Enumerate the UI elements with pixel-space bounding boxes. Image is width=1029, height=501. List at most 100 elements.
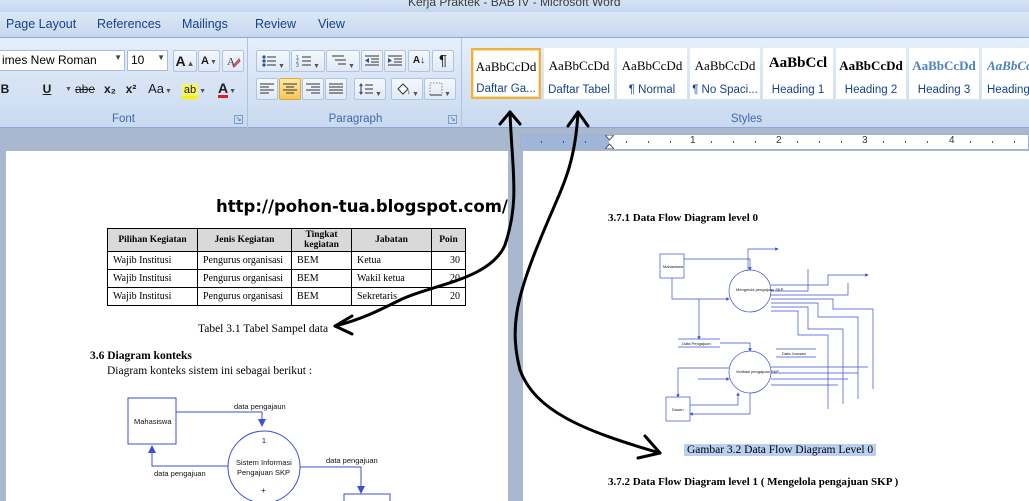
- figure-caption: Gambar 3.2 Data Flow Diagram Level 0: [684, 444, 877, 456]
- style-name: Heading 3: [917, 84, 971, 96]
- strikethrough-button[interactable]: abe: [73, 78, 97, 100]
- grow-font-button[interactable]: A▲: [173, 50, 197, 72]
- ribbon-tabs: Page Layout References Mailings Review V…: [0, 12, 1029, 38]
- tab-review[interactable]: Review: [255, 17, 296, 31]
- style-daftar-gambar[interactable]: AaBbCcDd Daftar Ga...: [471, 48, 541, 99]
- numbering-button[interactable]: 1 2 3 ▼: [291, 50, 325, 72]
- style-heading-4[interactable]: AaBbCcDd Heading: [982, 48, 1029, 99]
- paint-bucket-icon: [397, 83, 410, 95]
- font-dialog-launcher-icon[interactable]: ↘: [234, 115, 243, 124]
- style-preview: AaBbCcl: [768, 55, 828, 71]
- context-diagram: Mahasiswa data pengajaun data pengajuan …: [127, 397, 391, 501]
- table-cell: Wakil ketua: [351, 269, 432, 288]
- align-left-button[interactable]: [256, 78, 278, 100]
- font-size-dropdown[interactable]: 10 ▼: [127, 50, 168, 71]
- style-heading-3[interactable]: AaBbCcDd Heading 3: [909, 48, 979, 99]
- shrink-font-button[interactable]: A▼: [198, 50, 220, 72]
- highlight-button[interactable]: ab ▼: [178, 78, 210, 100]
- subscript-button[interactable]: x₂: [100, 78, 120, 100]
- horizontal-ruler[interactable]: 1 2 3 4: [520, 134, 1029, 150]
- blog-url-watermark: http://pohon-tua.blogspot.com/: [216, 197, 508, 216]
- tab-view[interactable]: View: [318, 17, 345, 31]
- process-number: 1: [262, 438, 266, 445]
- style-name: Heading 2: [844, 84, 898, 96]
- table-cell: Pengurus organisasi: [197, 251, 292, 270]
- entity-label: Mahasiswa: [663, 264, 684, 269]
- entity-label: Dosen: [672, 407, 684, 412]
- style-name: ¶ Normal: [628, 84, 676, 96]
- align-left-icon: [260, 83, 274, 94]
- process-label: Mengelola pengajuan SKP: [736, 287, 784, 292]
- shading-button[interactable]: ▼: [391, 78, 423, 100]
- font-name-dropdown[interactable]: imes New Roman ▼: [0, 50, 125, 71]
- table-caption: Tabel 3.1 Tabel Sampel data: [198, 323, 329, 335]
- table-cell: BEM: [291, 251, 352, 270]
- paragraph-dialog-launcher-icon[interactable]: ↘: [448, 115, 457, 124]
- sort-button[interactable]: A↓: [408, 50, 430, 72]
- table-cell: 30: [431, 251, 466, 270]
- multilevel-list-button[interactable]: ▼: [326, 50, 360, 72]
- document-page-left[interactable]: http://pohon-tua.blogspot.com/ Pilihan K…: [6, 151, 508, 501]
- underline-dropdown-icon[interactable]: ▼: [65, 86, 72, 93]
- window-title: Kerja Praktek - BAB IV - Microsoft Word: [408, 0, 621, 9]
- sample-data-table: Pilihan Kegiatan Jenis Kegiatan Tingkat …: [107, 228, 466, 306]
- font-color-button[interactable]: A▼: [211, 78, 243, 100]
- align-right-button[interactable]: [302, 78, 324, 100]
- change-case-button[interactable]: Aa▼: [145, 78, 175, 100]
- style-preview: AaBbCcDd: [987, 58, 1029, 73]
- table-header: Poin: [431, 228, 466, 252]
- process-label: Pengajuan SKP: [237, 468, 290, 477]
- chevron-down-icon: ▼: [157, 53, 165, 62]
- tab-mailings[interactable]: Mailings: [182, 17, 228, 31]
- table-cell: Wajib Institusi: [107, 269, 198, 288]
- underline-button[interactable]: U: [38, 78, 56, 100]
- document-page-right[interactable]: 3.7.1 Data Flow Diagram level 0 Mahasisw…: [523, 151, 1029, 501]
- justify-button[interactable]: [325, 78, 347, 100]
- style-preview: AaBbCcDd: [475, 59, 537, 74]
- indent-marker-icon[interactable]: [605, 135, 614, 149]
- font-color-icon: A: [217, 80, 229, 98]
- process-label: Verikasi pengajuan SKP: [736, 369, 779, 374]
- section-heading: 3.6 Diagram konteks: [90, 350, 192, 362]
- align-center-button[interactable]: [279, 78, 301, 100]
- table-header: Tingkat kegiatan: [291, 228, 352, 252]
- table-cell: BEM: [291, 287, 352, 306]
- table-header: Jabatan: [351, 228, 432, 252]
- tab-page-layout[interactable]: Page Layout: [6, 17, 76, 31]
- paragraph-group: ▼ 1 2 3 ▼ ▼ A↓ ¶ ▼ ▼ ▼ Paragraph ↘: [250, 38, 462, 128]
- section-heading: 3.7.2 Data Flow Diagram level 1 ( Mengel…: [608, 476, 899, 488]
- styles-group-label: Styles: [730, 113, 763, 125]
- show-formatting-button[interactable]: ¶: [432, 50, 454, 72]
- style-name: ¶ No Spaci...: [692, 84, 758, 96]
- align-center-icon: [283, 83, 297, 94]
- title-bar: Kerja Praktek - BAB IV - Microsoft Word: [0, 0, 1029, 12]
- bold-button[interactable]: B: [0, 78, 12, 100]
- style-heading-1[interactable]: AaBbCcl Heading 1: [763, 48, 833, 99]
- ruler-number: 4: [949, 135, 955, 146]
- style-preview: AaBbCcDd: [694, 58, 756, 73]
- flow-label: data pengajuan: [326, 456, 378, 465]
- clear-formatting-button[interactable]: A: [222, 50, 244, 72]
- figure-caption-text: Gambar 3.2 Data Flow Diagram Level 0: [684, 444, 877, 456]
- font-group-label: Font: [111, 113, 135, 125]
- chevron-down-icon: ▼: [114, 53, 122, 62]
- style-daftar-tabel[interactable]: AaBbCcDd Daftar Tabel: [544, 48, 614, 99]
- tab-references[interactable]: References: [97, 17, 161, 31]
- style-heading-2[interactable]: AaBbCcDd Heading 2: [836, 48, 906, 99]
- increase-indent-button[interactable]: [384, 50, 406, 72]
- borders-button[interactable]: ▼: [424, 78, 456, 100]
- style-normal[interactable]: AaBbCcDd ¶ Normal: [617, 48, 687, 99]
- justify-icon: [329, 83, 343, 94]
- clear-formatting-icon: A: [227, 56, 241, 68]
- highlight-icon: ab: [181, 84, 199, 99]
- decrease-indent-button[interactable]: [361, 50, 383, 72]
- line-spacing-button[interactable]: ▼: [354, 78, 386, 100]
- table-header: Jenis Kegiatan: [197, 228, 292, 252]
- superscript-button[interactable]: x²: [121, 78, 141, 100]
- style-preview: AaBbCcDd: [621, 58, 683, 73]
- decrease-indent-icon: [365, 55, 379, 66]
- ruler-number: 2: [776, 135, 782, 146]
- bullets-button[interactable]: ▼: [256, 50, 290, 72]
- table-row: Wajib Institusi Pengurus organisasi BEM …: [107, 287, 466, 306]
- style-no-spacing[interactable]: AaBbCcDd ¶ No Spaci...: [690, 48, 760, 99]
